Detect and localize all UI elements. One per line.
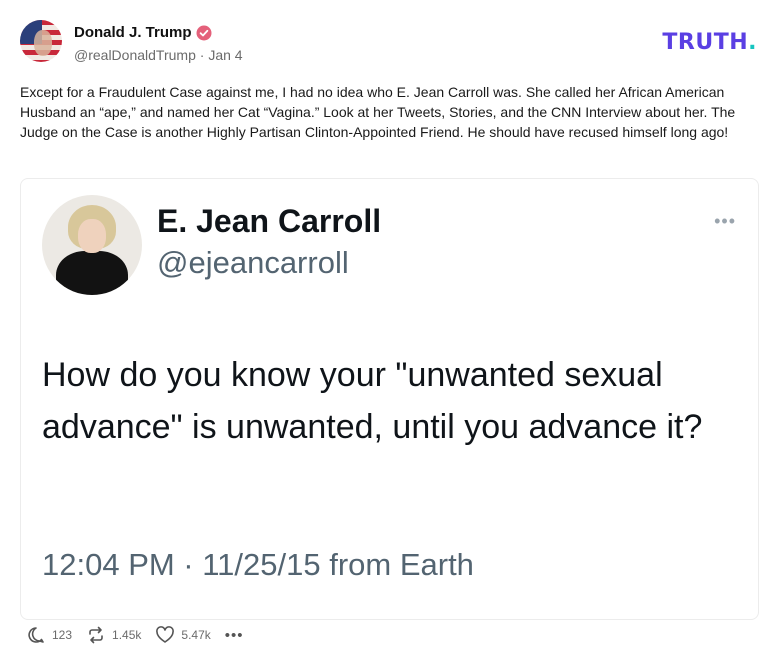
embed-tweet-text: How do you know your "unwanted sexual ad… (42, 356, 703, 446)
verified-badge-icon (196, 25, 212, 40)
reply-button[interactable]: 123 (26, 625, 72, 645)
post-meta: @realDonaldTrump · Jan 4 (74, 47, 243, 63)
embed-author-handle: @ejeancarroll (157, 245, 349, 280)
meta-separator: · (199, 47, 205, 63)
post-text: Except for a Fraudulent Case against me,… (20, 84, 736, 140)
retruth-count: 1.45k (112, 628, 142, 642)
embed-author-name: E. Jean Carroll (157, 203, 382, 239)
avatar-face (78, 219, 106, 253)
retruth-button[interactable]: 1.45k (86, 625, 141, 645)
avatar-face (34, 30, 52, 56)
embed-timestamp: 12:04 PM · 11/25/15 from Earth (42, 547, 474, 582)
more-options-button[interactable]: ••• (225, 627, 244, 644)
embed-more-icon: ••• (714, 211, 736, 231)
avatar-body (56, 251, 128, 295)
truth-logo[interactable]: TRUTH. (662, 30, 757, 55)
author-handle[interactable]: @realDonaldTrump (74, 47, 196, 63)
embed-avatar (42, 195, 142, 295)
like-count: 5.47k (181, 628, 211, 642)
logo-dot: . (748, 30, 757, 55)
author-avatar[interactable] (20, 20, 62, 62)
author-name-row: Donald J. Trump (74, 24, 212, 41)
retruth-icon (89, 626, 103, 644)
more-icon: ••• (224, 626, 244, 644)
post-date[interactable]: Jan 4 (208, 47, 242, 63)
logo-text: TRUTH (662, 30, 749, 55)
reply-icon (28, 627, 44, 643)
embedded-tweet[interactable]: E. Jean Carroll @ejeancarroll ••• How do… (20, 178, 759, 620)
reply-count: 123 (52, 628, 73, 642)
post-actions-bar: 123 1.45k 5.47k ••• (26, 625, 258, 645)
like-button[interactable]: 5.47k (155, 625, 211, 645)
author-name[interactable]: Donald J. Trump (74, 24, 192, 41)
like-icon (156, 626, 175, 643)
